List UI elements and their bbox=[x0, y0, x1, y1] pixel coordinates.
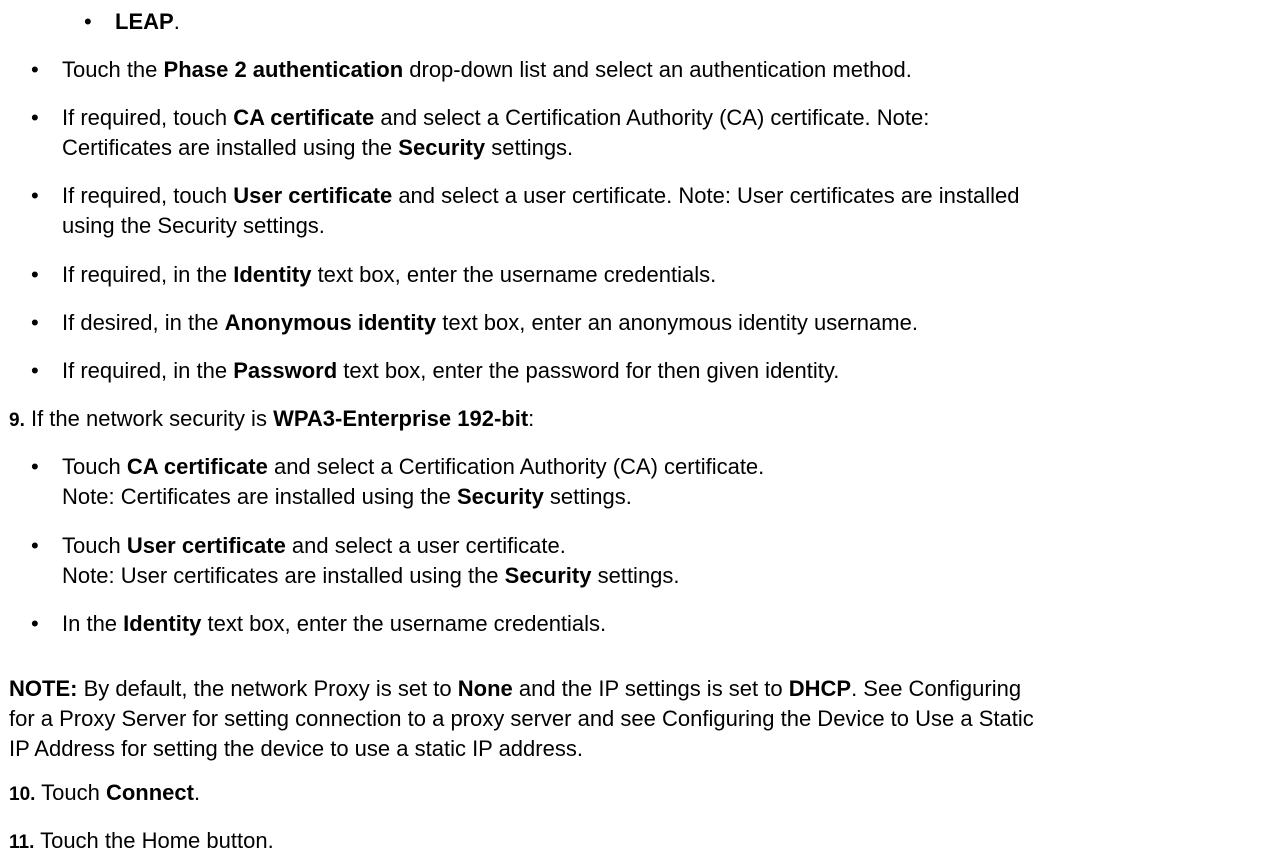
bullet-password: • If required, in the Password text box,… bbox=[31, 358, 840, 383]
bullet-ca-certificate-192: • Touch CA certificate and select a Cert… bbox=[31, 454, 765, 509]
bullet-identity-192: • In the Identity text box, enter the us… bbox=[31, 611, 607, 636]
document-page: • LEAP. • Touch the Phase 2 authenticati… bbox=[0, 0, 1264, 862]
step-11: 11. Touch the Home button. bbox=[9, 828, 274, 853]
bullet-user-certificate: • If required, touch User certificate an… bbox=[31, 183, 1020, 238]
bullet-identity: • If required, in the Identity text box,… bbox=[31, 262, 717, 287]
bullet-anonymous-identity: • If desired, in the Anonymous identity … bbox=[31, 310, 918, 335]
step-9: 9. If the network security is WPA3-Enter… bbox=[9, 406, 535, 431]
bullet-leap: • LEAP. bbox=[84, 7, 180, 37]
bullet-dot: • bbox=[84, 9, 92, 34]
bullet-phase2: • Touch the Phase 2 authentication drop-… bbox=[31, 57, 912, 82]
note-paragraph: NOTE: By default, the network Proxy is s… bbox=[9, 676, 1034, 761]
note-label: NOTE: bbox=[9, 676, 78, 701]
bullet-ca-certificate: • If required, touch CA certificate and … bbox=[31, 105, 930, 160]
leap-text: LEAP bbox=[115, 9, 174, 34]
step-10: 10. Touch Connect. bbox=[9, 780, 201, 805]
bullet-user-certificate-192: • Touch User certificate and select a us… bbox=[31, 533, 680, 588]
